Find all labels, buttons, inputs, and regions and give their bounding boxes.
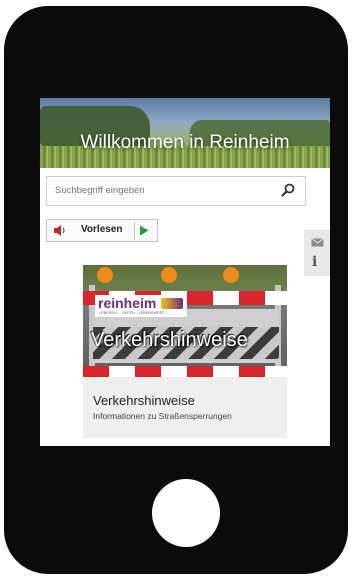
logo-tagline: LEBENDIG · OFFEN · LEBENSWERT xyxy=(99,311,165,315)
card-overlay-title: Verkehrshinweise xyxy=(91,329,248,351)
news-card-verkehrshinweise[interactable]: reinheim LEBENDIG · OFFEN · LEBENSWERT V… xyxy=(83,265,287,438)
warning-lamp xyxy=(223,267,239,283)
warning-lamp xyxy=(97,267,113,283)
card-image: reinheim LEBENDIG · OFFEN · LEBENSWERT V… xyxy=(83,265,287,377)
card-subtitle: Informationen zu Straßensperrungen xyxy=(93,411,232,421)
reader-divider xyxy=(134,222,135,239)
speaker-icon xyxy=(54,225,65,236)
play-icon[interactable] xyxy=(139,225,149,236)
card-title[interactable]: Verkehrshinweise xyxy=(93,393,195,408)
read-aloud-button[interactable]: Vorlesen xyxy=(46,219,158,242)
barrier-bottom xyxy=(83,366,287,377)
search-icon[interactable] xyxy=(281,183,295,197)
home-button[interactable] xyxy=(152,479,220,547)
reinheim-logo: reinheim LEBENDIG · OFFEN · LEBENSWERT xyxy=(95,295,187,317)
info-icon[interactable]: i xyxy=(312,254,317,270)
read-aloud-label: Vorlesen xyxy=(81,224,123,235)
hero-banner: Willkommen in Reinheim xyxy=(40,98,330,168)
mail-icon[interactable] xyxy=(311,238,324,247)
search-input[interactable] xyxy=(55,182,255,198)
logo-emblem xyxy=(161,298,183,309)
side-tools: i xyxy=(304,230,330,276)
hero-title: Willkommen in Reinheim xyxy=(80,132,290,153)
search-box[interactable] xyxy=(46,176,306,206)
phone-frame: Willkommen in Reinheim Vorlesen xyxy=(4,6,348,574)
phone-screen: Willkommen in Reinheim Vorlesen xyxy=(40,98,330,446)
warning-lamp xyxy=(161,267,177,283)
logo-text: reinheim xyxy=(98,295,157,311)
